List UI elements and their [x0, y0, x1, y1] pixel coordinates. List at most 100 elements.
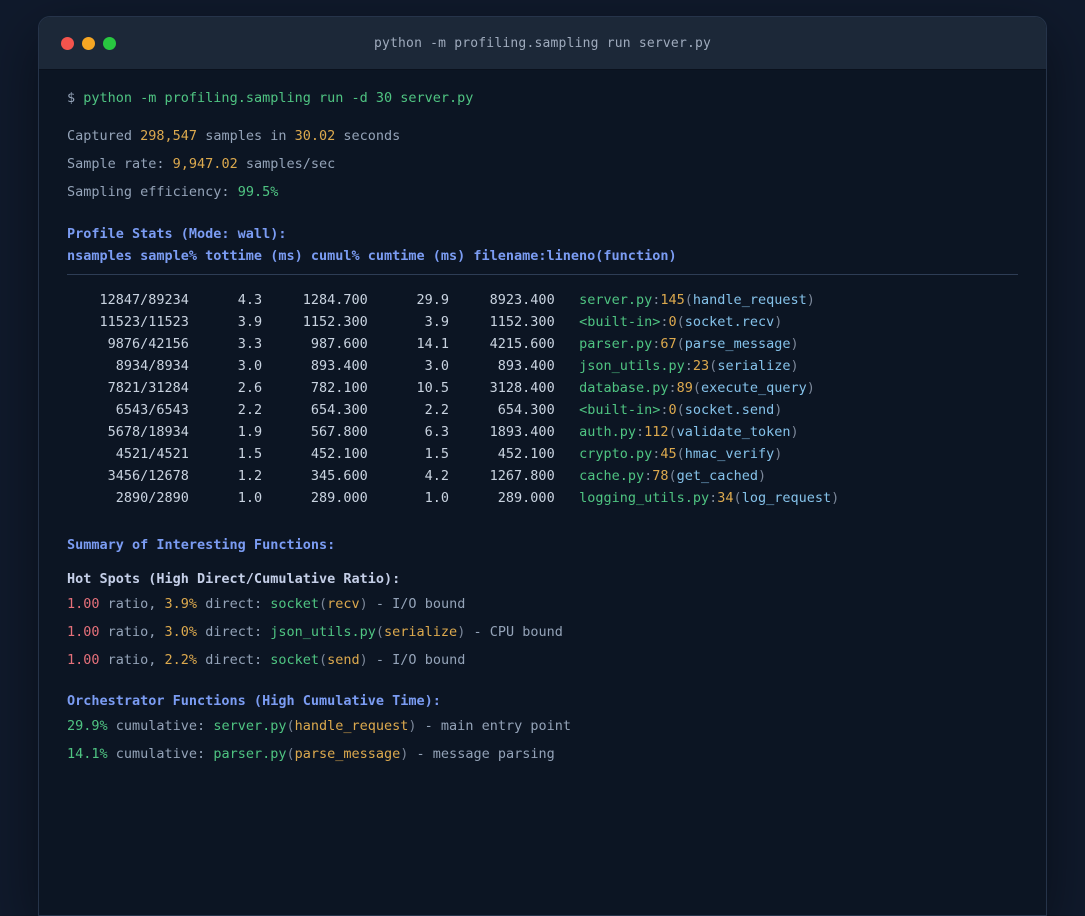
- hotspots-heading: Hot Spots (High Direct/Cumulative Ratio)…: [67, 571, 401, 587]
- orchestrator-line: 29.9% cumulative: server.py(handle_reque…: [67, 718, 571, 734]
- tottime-cell: 1284.700: [262, 292, 368, 308]
- nsamples-cell: 8934/8934: [67, 358, 189, 374]
- filename: parser.py: [213, 746, 287, 762]
- tottime-cell: 654.300: [262, 402, 368, 418]
- cumul-pct-cell: 1.0: [367, 490, 450, 506]
- minimize-button[interactable]: [82, 36, 95, 50]
- nsamples-cell: 4521/4521: [67, 446, 189, 462]
- filename: cache.py: [579, 468, 645, 484]
- function-name: get_cached: [676, 468, 758, 484]
- cumulative-label: cumulative:: [107, 718, 214, 734]
- profile-rows: 12847/89234 4.3 1284.700 29.9 8923.400 s…: [67, 289, 1018, 509]
- line-number: 145: [660, 292, 685, 308]
- cumul-pct-cell: 10.5: [367, 380, 450, 396]
- captured-label: Captured: [67, 128, 141, 144]
- cumtime-cell: 1152.300: [449, 314, 555, 330]
- captured-mid-label: samples in: [197, 128, 295, 144]
- orchestrator-line: 14.1% cumulative: parser.py(parse_messag…: [67, 746, 555, 762]
- filename: server.py: [213, 718, 287, 734]
- ratio-label: ratio,: [99, 624, 165, 640]
- efficiency-value: 99.5%: [237, 184, 279, 200]
- profile-row: 5678/18934 1.9 567.800 6.3 1893.400 auth…: [67, 424, 799, 440]
- direct-label: direct:: [197, 596, 271, 612]
- nsamples-cell: 12847/89234: [67, 292, 189, 308]
- profile-row: 12847/89234 4.3 1284.700 29.9 8923.400 s…: [67, 292, 815, 308]
- direct-pct-value: 3.0%: [164, 624, 198, 640]
- sample-rate-line: Sample rate: 9,947.02 samples/sec: [67, 150, 1018, 178]
- hotspot-note: - I/O bound: [367, 652, 466, 668]
- line-number: 0: [668, 314, 677, 330]
- profile-row: 11523/11523 3.9 1152.300 3.9 1152.300 <b…: [67, 314, 783, 330]
- filename: <built-in>: [579, 314, 661, 330]
- cumul-pct-cell: 2.2: [367, 402, 450, 418]
- direct-label: direct:: [197, 624, 271, 640]
- captured-samples-value: 298,547: [140, 128, 198, 144]
- command-text: python -m profiling.sampling run -d 30 s…: [83, 90, 474, 106]
- direct-label: direct:: [197, 652, 271, 668]
- line-number: 45: [660, 446, 677, 462]
- sample-pct-cell: 3.3: [188, 336, 263, 352]
- rate-value: 9,947.02: [172, 156, 238, 172]
- nsamples-cell: 9876/42156: [67, 336, 189, 352]
- function-name: socket.recv: [684, 314, 775, 330]
- terminal-output: $ python -m profiling.sampling run -d 30…: [39, 70, 1046, 798]
- function-name: serialize: [717, 358, 791, 374]
- filename: socket: [270, 652, 319, 668]
- cumtime-cell: 8923.400: [449, 292, 555, 308]
- profile-row: 8934/8934 3.0 893.400 3.0 893.400 json_u…: [67, 358, 799, 374]
- profile-table-header: nsamples sample% tottime (ms) cumul% cum…: [67, 248, 677, 264]
- function-name: validate_token: [676, 424, 791, 440]
- summary-heading: Summary of Interesting Functions:: [67, 537, 336, 553]
- tottime-cell: 345.600: [262, 468, 368, 484]
- cumtime-cell: 452.100: [449, 446, 555, 462]
- cumulative-pct-value: 29.9%: [67, 718, 108, 734]
- function-name: recv: [327, 596, 360, 612]
- close-button[interactable]: [61, 36, 74, 50]
- tottime-cell: 1152.300: [262, 314, 368, 330]
- sample-pct-cell: 2.6: [188, 380, 263, 396]
- profile-row: 7821/31284 2.6 782.100 10.5 3128.400 dat…: [67, 380, 815, 396]
- line-number: 67: [660, 336, 677, 352]
- filename: crypto.py: [579, 446, 653, 462]
- terminal-titlebar: python -m profiling.sampling run server.…: [39, 17, 1046, 70]
- profile-row: 2890/2890 1.0 289.000 1.0 289.000 loggin…: [67, 490, 840, 506]
- direct-pct-value: 2.2%: [164, 652, 198, 668]
- cumtime-cell: 1267.800: [449, 468, 555, 484]
- sample-pct-cell: 1.9: [188, 424, 263, 440]
- nsamples-cell: 5678/18934: [67, 424, 189, 440]
- hotspot-line: 1.00 ratio, 2.2% direct: socket(send) - …: [67, 652, 466, 668]
- profile-stats-heading: Profile Stats (Mode: wall):: [67, 226, 287, 242]
- line-number: 89: [676, 380, 693, 396]
- rate-suffix-label: samples/sec: [237, 156, 336, 172]
- table-divider: [67, 274, 1018, 275]
- line-number: 0: [668, 402, 677, 418]
- profile-row: 3456/12678 1.2 345.600 4.2 1267.800 cach…: [67, 468, 767, 484]
- cumtime-cell: 3128.400: [449, 380, 555, 396]
- profile-row: 4521/4521 1.5 452.100 1.5 452.100 crypto…: [67, 446, 783, 462]
- hotspot-note: - CPU bound: [465, 624, 563, 640]
- sample-pct-cell: 1.0: [188, 490, 263, 506]
- cumul-pct-cell: 14.1: [367, 336, 450, 352]
- orchestrator-note: - message parsing: [408, 746, 555, 762]
- ratio-label: ratio,: [99, 652, 165, 668]
- function-name: handle_request: [294, 718, 409, 734]
- sample-pct-cell: 1.2: [188, 468, 263, 484]
- terminal-window: python -m profiling.sampling run server.…: [38, 16, 1047, 916]
- nsamples-cell: 3456/12678: [67, 468, 189, 484]
- zoom-button[interactable]: [103, 36, 116, 50]
- cumulative-label: cumulative:: [107, 746, 214, 762]
- cumtime-cell: 654.300: [449, 402, 555, 418]
- ratio-value: 1.00: [67, 652, 100, 668]
- line-number: 34: [717, 490, 734, 506]
- sample-pct-cell: 2.2: [188, 402, 263, 418]
- filename: parser.py: [579, 336, 653, 352]
- ratio-value: 1.00: [67, 624, 100, 640]
- hotspot-lines: 1.00 ratio, 3.9% direct: socket(recv) - …: [67, 590, 1018, 674]
- profile-row: 9876/42156 3.3 987.600 14.1 4215.600 par…: [67, 336, 799, 352]
- nsamples-cell: 6543/6543: [67, 402, 189, 418]
- nsamples-cell: 7821/31284: [67, 380, 189, 396]
- cumtime-cell: 1893.400: [449, 424, 555, 440]
- cumul-pct-cell: 1.5: [367, 446, 450, 462]
- function-name: parse_message: [684, 336, 791, 352]
- function-name: handle_request: [692, 292, 807, 308]
